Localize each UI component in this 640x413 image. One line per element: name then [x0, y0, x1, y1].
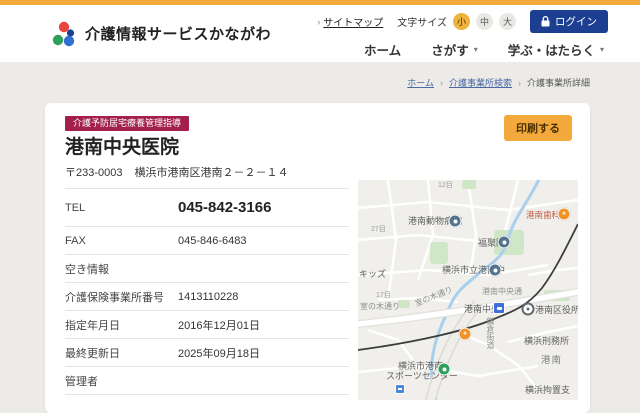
login-label: ログイン: [555, 16, 597, 28]
detail-value: 1413110228: [178, 290, 239, 303]
breadcrumb: ホーム › 介護事業所検索 › 介護事業所詳細: [407, 76, 590, 89]
map-label: 17目: [376, 292, 391, 299]
utility-row: › サイトマップ 文字サイズ 小中大 ログイン: [317, 10, 608, 33]
map-label: 27目: [371, 226, 386, 233]
font-size-button[interactable]: 中: [476, 13, 493, 30]
header-right: › サイトマップ 文字サイズ 小中大 ログイン ホーム さがす ▾ 学ぶ・はたらく ▾: [317, 8, 608, 59]
konan-chuo-station-marker[interactable]: [493, 302, 505, 314]
print-button[interactable]: 印刷する: [504, 115, 572, 141]
font-size-button[interactable]: 大: [499, 13, 516, 30]
detail-value: 045-842-3166: [178, 199, 272, 216]
sports-center-marker[interactable]: [437, 362, 451, 376]
site-logo[interactable]: 介護情報サービスかながわ: [50, 19, 271, 49]
postal-code: 〒233-0003: [65, 167, 123, 179]
dental-clinic-marker[interactable]: [557, 207, 571, 221]
detail-value: 2016年12月01日: [178, 319, 260, 332]
map-label: 12目: [438, 182, 453, 189]
detail-label: 管理者: [65, 375, 98, 388]
nav-item[interactable]: 学ぶ・はたらく ▾: [508, 40, 604, 59]
font-size-label: 文字サイズ: [397, 18, 447, 29]
detail-value: 045-846-6483: [178, 234, 247, 247]
site-header: 介護情報サービスかながわ › サイトマップ 文字サイズ 小中大 ログイン ホーム…: [0, 5, 640, 62]
detail-row: 介護保険事業所番号 1413110228: [65, 283, 349, 311]
detail-label: 指定年月日: [65, 319, 120, 332]
details-table: TEL 045-842-3166 FAX 045-846-6483 空き情報介護保険事業…: [65, 188, 349, 395]
temple-marker[interactable]: [497, 235, 511, 249]
address-text: 横浜市港南区港南２－２－１４: [134, 167, 289, 179]
map-label: 港南区役所: [535, 305, 578, 315]
detail-label: FAX: [65, 234, 86, 247]
site-title: 介護情報サービスかながわ: [85, 26, 272, 43]
school-marker[interactable]: [488, 263, 502, 277]
facility-map[interactable]: 12目 港南動物病院 福聚院 港南歯科 27目 横浜市立港南中 キッズ 17目 室の木通り 室の木…: [358, 180, 578, 400]
detail-label: 介護保険事業所番号: [65, 291, 164, 304]
bus-stop-marker[interactable]: [395, 384, 405, 394]
map-label: 港南歯科: [526, 210, 561, 220]
detail-label: TEL: [65, 201, 86, 214]
map-label: 室の木通り: [360, 302, 400, 311]
facility-address: 〒233-0003 横浜市港南区港南２－２－１４: [65, 164, 289, 180]
font-size-button[interactable]: 小: [453, 13, 470, 30]
breadcrumb-separator: ›: [439, 77, 443, 88]
breadcrumb-item[interactable]: 介護事業所検索: [449, 76, 512, 89]
nav-item-label: 学ぶ・はたらく: [507, 44, 595, 58]
detail-row: 空き情報: [65, 255, 349, 283]
sitemap-link[interactable]: › サイトマップ: [317, 14, 384, 30]
vet-clinic-marker[interactable]: [448, 214, 462, 228]
map-label: 横浜刑務所: [524, 336, 570, 346]
ward-office-marker[interactable]: [521, 302, 535, 316]
detail-row: TEL 045-842-3166: [65, 189, 349, 227]
chevron-right-icon: ›: [317, 16, 321, 27]
nav-item-label: ホーム: [364, 44, 402, 58]
map-label: キッズ: [359, 269, 387, 279]
map-label: 鎌倉街道: [486, 317, 495, 349]
login-button[interactable]: ログイン: [530, 10, 608, 33]
map-label: 横浜市港南: [398, 361, 444, 371]
sitemap-label: サイトマップ: [323, 18, 384, 29]
breadcrumb-item: 介護事業所詳細: [526, 78, 590, 88]
detail-row: FAX 045-846-6483: [65, 227, 349, 255]
font-size-control: 文字サイズ 小中大: [397, 13, 516, 30]
detail-label: 空き情報: [65, 263, 109, 276]
chevron-down-icon: ▾: [473, 45, 478, 54]
main-nav: ホーム さがす ▾ 学ぶ・はたらく ▾: [364, 40, 608, 59]
nav-item[interactable]: さがす ▾: [431, 40, 478, 59]
category-badge: 介護予防居宅療養管理指導: [65, 116, 190, 131]
breadcrumb-item[interactable]: ホーム: [407, 76, 434, 89]
map-label: 横浜拘置支: [525, 385, 571, 395]
nav-item-label: さがす: [431, 44, 469, 58]
map-label: 港南: [541, 355, 563, 366]
detail-label: 最終更新日: [65, 347, 120, 360]
chevron-down-icon: ▾: [599, 45, 604, 54]
lock-icon: [541, 16, 550, 27]
breadcrumb-separator: ›: [517, 77, 521, 88]
detail-row: 最終更新日 2025年09月18日: [65, 339, 349, 367]
page: 介護情報サービスかながわ › サイトマップ 文字サイズ 小中大 ログイン ホーム…: [0, 0, 640, 413]
font-size-buttons: 小中大: [453, 13, 516, 30]
clinic-marker[interactable]: [458, 327, 472, 341]
nav-item[interactable]: ホーム: [364, 40, 401, 59]
detail-value: 2025年09月18日: [178, 347, 260, 360]
site-logo-icon: [52, 21, 75, 46]
map-label: 港南中央通: [482, 287, 522, 296]
facility-detail-card: 介護予防居宅療養管理指導 印刷する 港南中央医院 〒233-0003 横浜市港南区…: [45, 103, 590, 413]
facility-name: 港南中央医院: [65, 137, 180, 158]
detail-row: 指定年月日 2016年12月01日: [65, 311, 349, 339]
detail-row: 管理者: [65, 367, 349, 395]
